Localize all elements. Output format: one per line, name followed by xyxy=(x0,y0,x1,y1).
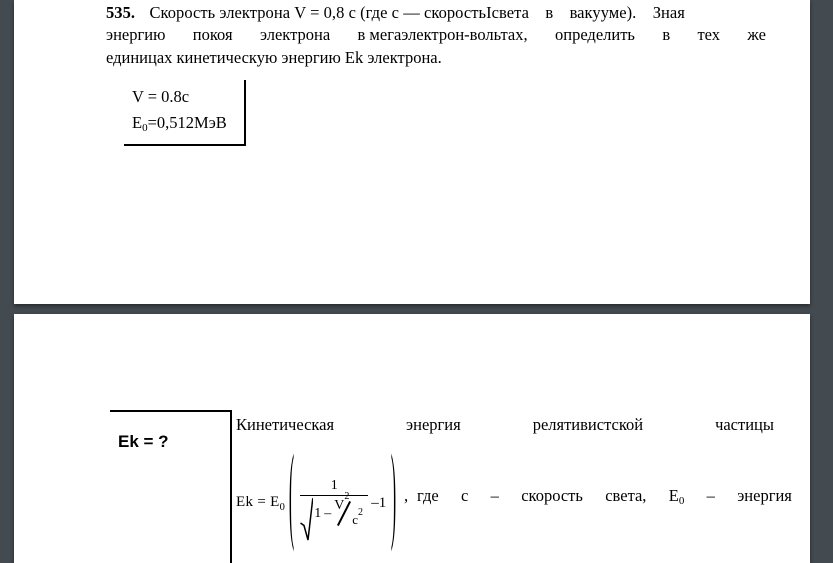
problem-line-1-part-b: скоростьIсвета xyxy=(423,3,529,22)
find-box: Ek = ? xyxy=(110,410,232,563)
problem-line-1-part-e: Зная xyxy=(652,3,685,22)
solution-heading-word: энергия xyxy=(406,415,461,434)
solution-heading-word: релятивистской xyxy=(532,415,644,434)
kinetic-energy-formula-row: Ek = E0 ( 1 1 – V2 c2 –1) , где с – ско… xyxy=(236,446,796,563)
lorentz-fraction: 1 1 – V2 c2 xyxy=(300,478,369,541)
radicand: 1 – V2 c2 xyxy=(313,492,368,529)
problem-line-2-word: в xyxy=(662,25,671,45)
legend-rest-energy: E0 xyxy=(669,486,685,507)
legend-word: – xyxy=(706,486,715,505)
given-rest-energy-symbol: E xyxy=(132,113,143,132)
problem-line-2-word: покоя xyxy=(192,25,233,45)
radical-svg xyxy=(300,498,314,541)
given-velocity: V = 0.8c xyxy=(132,87,190,106)
formula-equals: = xyxy=(257,494,267,510)
formula-open-paren: ( xyxy=(289,442,295,558)
legend-word: – xyxy=(490,486,499,505)
problem-line-1-part-c: в xyxy=(545,3,554,22)
given-rest-energy: E0=0,512МэВ xyxy=(132,113,227,134)
problem-line-3: единицах кинетическую энергию Ek электро… xyxy=(106,47,442,67)
radicand-minus: – xyxy=(324,506,332,521)
legend-word: с xyxy=(460,486,469,505)
radical-sign-icon xyxy=(300,497,314,541)
problem-line-2-word: в мегаэлектрон-вольтах, xyxy=(357,25,528,45)
problem-line-2-word: тех xyxy=(697,25,721,45)
velocity-ratio-squared: V2 c2 xyxy=(334,492,368,529)
problem-line-1: 535. Скорость электрона V = 0,8 с (где с… xyxy=(106,2,766,24)
given-values-box: V = 0.8c E0=0,512МэВ xyxy=(124,80,246,146)
problem-line-2-word: же xyxy=(747,25,766,45)
given-rest-energy-value: =0,512МэВ xyxy=(147,113,227,132)
find-label: Ek = ? xyxy=(118,432,169,451)
formula-rest-energy-subscript: 0 xyxy=(279,502,286,513)
legend-word: света, xyxy=(605,486,647,505)
problem-line-2-word: энергию xyxy=(106,25,166,45)
legend-word: где xyxy=(417,486,439,505)
problem-line-2-word: электрона xyxy=(259,25,331,45)
formula-rest-energy: E xyxy=(270,494,280,510)
solution-heading-word: частицы xyxy=(715,415,774,434)
formula-legend: где с – скорость света, E0 – энергия xyxy=(417,486,792,507)
problem-number: 535. xyxy=(106,3,136,22)
problem-line-2-word: определить xyxy=(554,25,635,45)
ratio-denominator-exponent: 2 xyxy=(357,506,363,518)
square-root: 1 – V2 c2 xyxy=(300,492,368,541)
problem-line-1-part-d: вакууме). xyxy=(569,3,637,22)
legend-rest-energy-subscript: 0 xyxy=(678,495,685,507)
radicand-one: 1 xyxy=(314,506,322,521)
solution-heading-word: Кинетическая xyxy=(236,415,335,434)
legend-word: скорость xyxy=(521,486,583,505)
solution-heading: Кинетическая энергия релятивистской част… xyxy=(236,415,774,435)
problem-line-2: энергию покоя электрона в мегаэлектрон-в… xyxy=(106,24,766,46)
problem-statement: 535. Скорость электрона V = 0,8 с (где с… xyxy=(106,2,766,69)
problem-line-1-part-a: Скорость электрона V = 0,8 с (где с — xyxy=(149,3,420,22)
legend-word: энергия xyxy=(737,486,792,505)
legend-rest-energy-symbol: E xyxy=(668,486,679,505)
formula-lhs-symbol: Ek xyxy=(236,494,254,510)
fraction-denominator: 1 – V2 c2 xyxy=(300,492,368,541)
formula-comma: , xyxy=(404,486,409,505)
ratio-denominator: c2 xyxy=(352,507,363,528)
problem-panel: 535. Скорость электрона V = 0,8 с (где с… xyxy=(14,0,810,304)
kinetic-energy-formula: Ek = E0 ( 1 1 – V2 c2 –1) xyxy=(236,446,398,554)
fraction-numerator: 1 xyxy=(330,478,338,493)
formula-minus-one: –1 xyxy=(371,495,387,511)
formula-lhs: Ek = E0 xyxy=(236,494,285,513)
formula-close-paren: ) xyxy=(391,442,397,558)
